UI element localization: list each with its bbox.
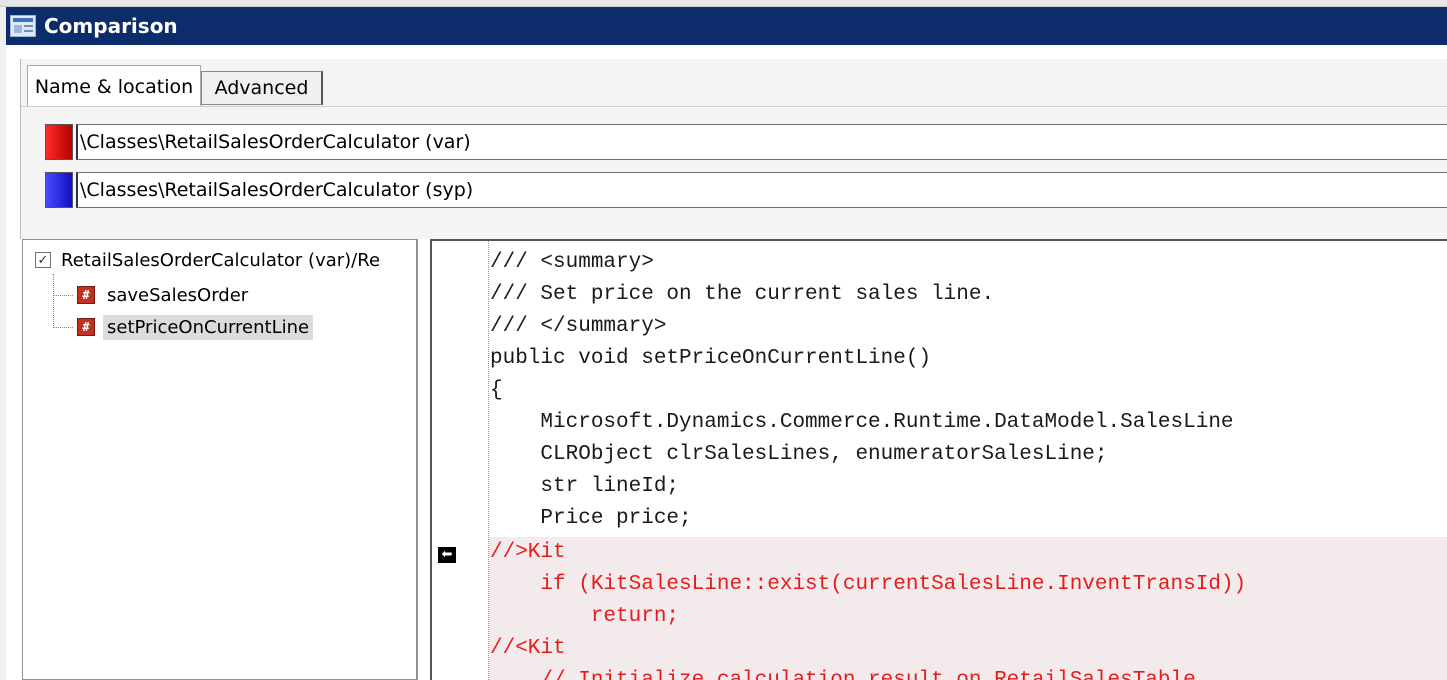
code-line: Price price; xyxy=(490,507,692,530)
comparison-tree: ✓ RetailSalesOrderCalculator (var)/Re # … xyxy=(22,239,418,680)
title-bar: Comparison xyxy=(6,7,1447,45)
second-path-row: \Classes\RetailSalesOrderCalculator (syp… xyxy=(45,171,1447,209)
code-line: str lineId; xyxy=(490,475,680,498)
code-view[interactable]: ⬅ /// <summary> /// Set price on the cur… xyxy=(430,239,1447,680)
code-line: public void setPriceOnCurrentLine() xyxy=(490,347,932,370)
code-line: /// <summary> xyxy=(490,251,654,274)
form-window-icon xyxy=(10,15,36,37)
tree-connector-dots xyxy=(53,294,73,296)
code-line-changed: // Initialize calculation result on Reta… xyxy=(490,665,1447,680)
code-line-changed: return; xyxy=(490,605,680,628)
tab-panel: Name & location Advanced \Classes\Retail… xyxy=(20,59,1447,239)
tree-item-save-sales-order[interactable]: # saveSalesOrder xyxy=(53,280,248,310)
tab-divider xyxy=(21,106,1447,107)
code-line: /// Set price on the current sales line. xyxy=(490,283,995,306)
first-path-row: \Classes\RetailSalesOrderCalculator (var… xyxy=(45,123,1447,161)
code-line: { xyxy=(490,379,503,402)
method-diff-icon: # xyxy=(77,286,95,304)
tree-connector-dots xyxy=(53,326,73,328)
second-color-swatch xyxy=(45,172,73,208)
tree-item-label: saveSalesOrder xyxy=(107,284,249,306)
code-line: /// </summary> xyxy=(490,315,667,338)
code-line: CLRObject clrSalesLines, enumeratorSales… xyxy=(490,443,1108,466)
first-color-swatch xyxy=(45,124,73,160)
method-diff-icon: # xyxy=(77,318,95,336)
top-strip xyxy=(0,0,1447,7)
code-line-changed: if (KitSalesLine::exist(currentSalesLine… xyxy=(490,573,1247,596)
tree-item-set-price-on-current-line[interactable]: # setPriceOnCurrentLine xyxy=(53,312,314,342)
code-line-changed: //<Kit xyxy=(490,637,566,660)
first-path-field[interactable]: \Classes\RetailSalesOrderCalculator (var… xyxy=(76,124,1447,160)
code-gutter xyxy=(432,241,489,680)
tab-advanced[interactable]: Advanced xyxy=(201,71,323,105)
code-line-changed: //>Kit xyxy=(490,541,566,564)
tree-root[interactable]: ✓ RetailSalesOrderCalculator (var)/Re xyxy=(35,246,380,274)
tab-name-location[interactable]: Name & location xyxy=(27,65,201,107)
window-body: Name & location Advanced \Classes\Retail… xyxy=(6,45,1447,680)
tree-root-label: RetailSalesOrderCalculator (var)/Re xyxy=(61,249,381,271)
window-title: Comparison xyxy=(44,14,178,38)
tree-item-label: setPriceOnCurrentLine xyxy=(103,314,314,340)
checkbox-checked-icon[interactable]: ✓ xyxy=(35,252,51,268)
second-path-field[interactable]: \Classes\RetailSalesOrderCalculator (syp… xyxy=(76,172,1447,208)
code-line: Microsoft.Dynamics.Commerce.Runtime.Data… xyxy=(490,411,1234,434)
arrow-left-icon[interactable]: ⬅ xyxy=(438,547,456,563)
